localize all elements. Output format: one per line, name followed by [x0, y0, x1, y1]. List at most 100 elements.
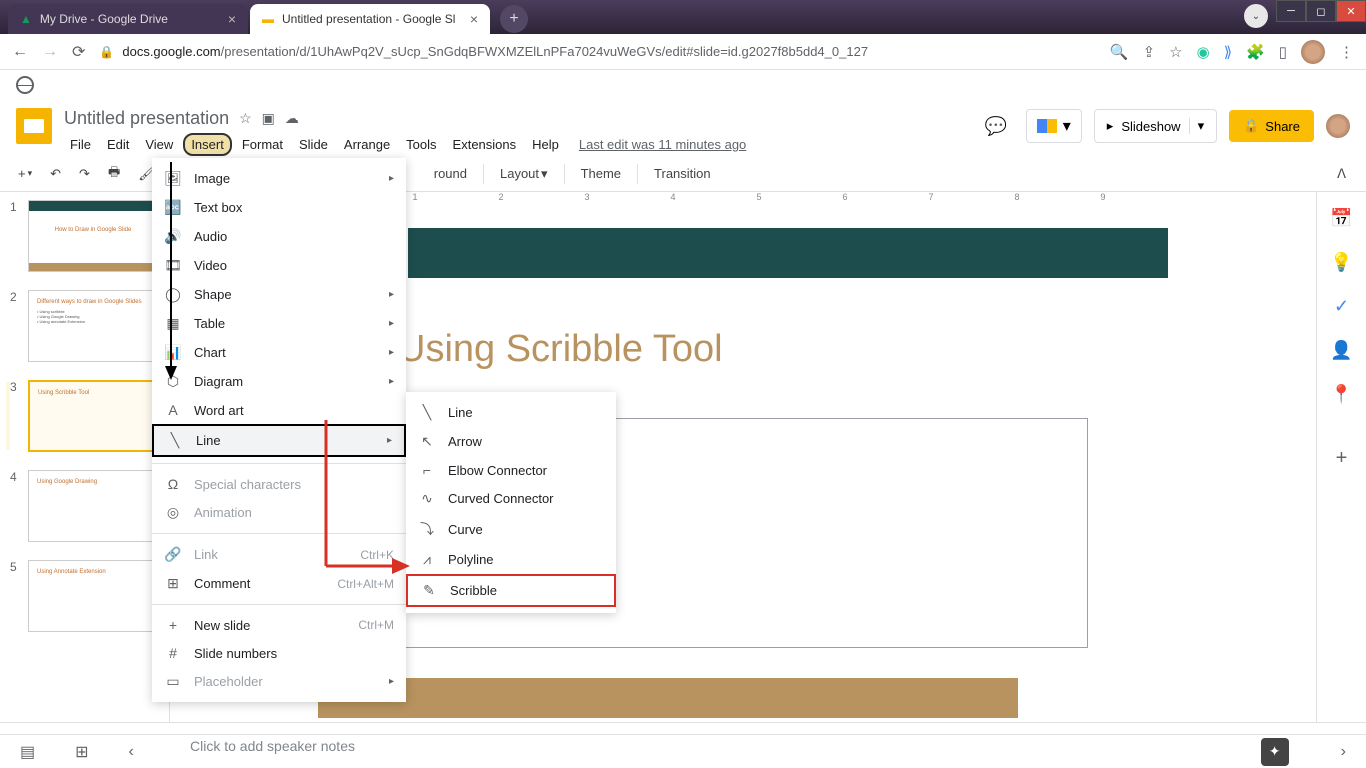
- hide-side-panel-icon[interactable]: ›: [1341, 743, 1346, 761]
- close-window-button[interactable]: ✕: [1336, 0, 1366, 22]
- reload-icon[interactable]: ⟳: [72, 42, 85, 62]
- folder-icon[interactable]: ▣: [262, 110, 275, 127]
- profile-avatar[interactable]: [1301, 40, 1325, 64]
- menu-tools[interactable]: Tools: [400, 135, 442, 154]
- chevron-right-icon: ▸: [389, 289, 394, 300]
- thumbnail-5[interactable]: Using Annotate Extension: [28, 560, 158, 632]
- submenu-arrow[interactable]: ↖Arrow: [406, 427, 616, 456]
- slide-accent-top: [408, 228, 1168, 278]
- theme-button[interactable]: Theme: [575, 162, 627, 185]
- submenu-elbow[interactable]: ⌐Elbow Connector: [406, 456, 616, 484]
- filmstrip-view-icon[interactable]: ▤: [20, 742, 35, 762]
- menu-file[interactable]: File: [64, 135, 97, 154]
- globe-icon[interactable]: [16, 76, 34, 94]
- new-tab-button[interactable]: +: [500, 5, 528, 33]
- menu-item-video[interactable]: 🎞Video: [152, 251, 406, 280]
- redo-button[interactable]: ↷: [73, 162, 96, 186]
- back-icon[interactable]: ←: [12, 43, 28, 61]
- tab-title: Untitled presentation - Google Sl: [282, 12, 455, 26]
- browser-tab-drive[interactable]: ▲ My Drive - Google Drive ×: [8, 4, 248, 34]
- submenu-scribble[interactable]: ✎Scribble: [406, 574, 616, 607]
- zoom-icon[interactable]: 🔍: [1110, 43, 1129, 61]
- comments-icon[interactable]: 💬: [978, 108, 1014, 144]
- slideshow-label: Slideshow: [1121, 119, 1180, 134]
- share-url-icon[interactable]: ⇪: [1143, 43, 1156, 61]
- grid-view-icon[interactable]: ⊞: [75, 742, 88, 762]
- meet-button[interactable]: ▾: [1026, 109, 1082, 143]
- menu-format[interactable]: Format: [236, 135, 289, 154]
- contacts-icon[interactable]: 👤: [1332, 340, 1352, 360]
- chevron-down-icon[interactable]: ⌄: [1244, 4, 1268, 28]
- cast-icon[interactable]: ⟫: [1224, 43, 1232, 61]
- menu-help[interactable]: Help: [526, 135, 565, 154]
- thumb-number: 4: [10, 470, 20, 484]
- layout-button[interactable]: Layout ▾: [494, 162, 554, 186]
- doc-title[interactable]: Untitled presentation: [64, 108, 229, 129]
- cloud-icon[interactable]: ☁: [285, 110, 299, 127]
- thumbnail-1[interactable]: How to Draw in Google Slide: [28, 200, 158, 272]
- collapse-left-icon[interactable]: ‹: [129, 743, 134, 761]
- thumbnail-4[interactable]: Using Google Drawing: [28, 470, 158, 542]
- submenu-curve[interactable]: ⤵Curve: [406, 513, 616, 545]
- minimize-button[interactable]: ─: [1276, 0, 1306, 22]
- menu-icon[interactable]: ⋮: [1339, 43, 1354, 61]
- comment-icon: ⊞: [164, 575, 182, 592]
- transition-button[interactable]: Transition: [648, 162, 717, 185]
- maps-icon[interactable]: 📍: [1332, 384, 1352, 404]
- background-button[interactable]: round: [428, 162, 473, 185]
- menu-item-shape[interactable]: ◯Shape▸: [152, 280, 406, 309]
- star-icon[interactable]: ☆: [1169, 43, 1182, 61]
- keep-icon[interactable]: 💡: [1332, 252, 1352, 272]
- profile-avatar[interactable]: [1326, 114, 1350, 138]
- tasks-icon[interactable]: ✓: [1332, 296, 1352, 316]
- menu-item-audio[interactable]: 🔊Audio: [152, 222, 406, 251]
- browser-tab-slides[interactable]: ▬ Untitled presentation - Google Sl ×: [250, 4, 490, 34]
- thumbnail-3[interactable]: Using Scribble Tool: [28, 380, 158, 452]
- submenu-line[interactable]: ╲Line: [406, 398, 616, 427]
- extensions-icon[interactable]: 🧩: [1246, 43, 1265, 61]
- menu-slide[interactable]: Slide: [293, 135, 334, 154]
- calendar-icon[interactable]: 📅: [1332, 208, 1352, 228]
- menu-item-slide-numbers[interactable]: #Slide numbers: [152, 639, 406, 667]
- menu-insert[interactable]: Insert: [183, 133, 232, 156]
- maximize-button[interactable]: ◻: [1306, 0, 1336, 22]
- star-icon[interactable]: ☆: [239, 110, 252, 127]
- bottom-toolbar: ▤ ⊞ ‹ ✦ ›: [0, 734, 1366, 768]
- add-on-plus-icon[interactable]: +: [1332, 448, 1352, 468]
- close-icon[interactable]: ×: [228, 11, 236, 27]
- slideshow-button[interactable]: ▸Slideshow▾: [1094, 109, 1217, 143]
- slides-logo-icon[interactable]: [16, 108, 52, 144]
- new-slide-button[interactable]: + ▾: [12, 162, 38, 185]
- menu-item-table[interactable]: ▦Table▸: [152, 309, 406, 338]
- print-button[interactable]: 🖶: [102, 159, 126, 189]
- menu-item-image[interactable]: 🖼Image▸: [152, 164, 406, 193]
- menu-item-textbox[interactable]: 🔤Text box: [152, 193, 406, 222]
- chevron-down-icon[interactable]: ▾: [1189, 118, 1205, 134]
- menu-extensions[interactable]: Extensions: [447, 135, 523, 154]
- slide-title[interactable]: Using Scribble Tool: [398, 328, 723, 371]
- forward-icon[interactable]: →: [42, 43, 58, 61]
- reading-list-icon[interactable]: ▯: [1279, 43, 1287, 61]
- menu-item-diagram[interactable]: ⬡Diagram▸: [152, 367, 406, 396]
- chevron-right-icon: ▸: [389, 347, 394, 358]
- menu-view[interactable]: View: [139, 135, 179, 154]
- collapse-icon[interactable]: ᐱ: [1337, 166, 1354, 182]
- omega-icon: Ω: [164, 476, 182, 492]
- undo-button[interactable]: ↶: [44, 162, 67, 186]
- menu-item-chart[interactable]: 📊Chart▸: [152, 338, 406, 367]
- close-icon[interactable]: ×: [470, 11, 478, 27]
- url-field[interactable]: 🔒 docs.google.com/presentation/d/1UhAwPq…: [99, 44, 1095, 59]
- last-edit-label[interactable]: Last edit was 11 minutes ago: [579, 137, 746, 152]
- menu-item-new-slide[interactable]: +New slideCtrl+M: [152, 611, 406, 639]
- menu-edit[interactable]: Edit: [101, 135, 135, 154]
- menu-arrange[interactable]: Arrange: [338, 135, 396, 154]
- submenu-curved[interactable]: ∿Curved Connector: [406, 484, 616, 513]
- url-path: /presentation/d/1UhAwPq2V_sUcp_SnGdqBFWX…: [221, 44, 868, 59]
- share-button[interactable]: 🔒Share: [1229, 110, 1314, 142]
- thumb-number: 5: [10, 560, 20, 574]
- extension-icon[interactable]: ◉: [1197, 43, 1210, 61]
- arrow-icon: ↖: [418, 433, 436, 450]
- submenu-polyline[interactable]: ⩘Polyline: [406, 545, 616, 574]
- explore-button[interactable]: ✦: [1261, 738, 1289, 766]
- thumbnail-2[interactable]: Different ways to draw in Google Slides•…: [28, 290, 158, 362]
